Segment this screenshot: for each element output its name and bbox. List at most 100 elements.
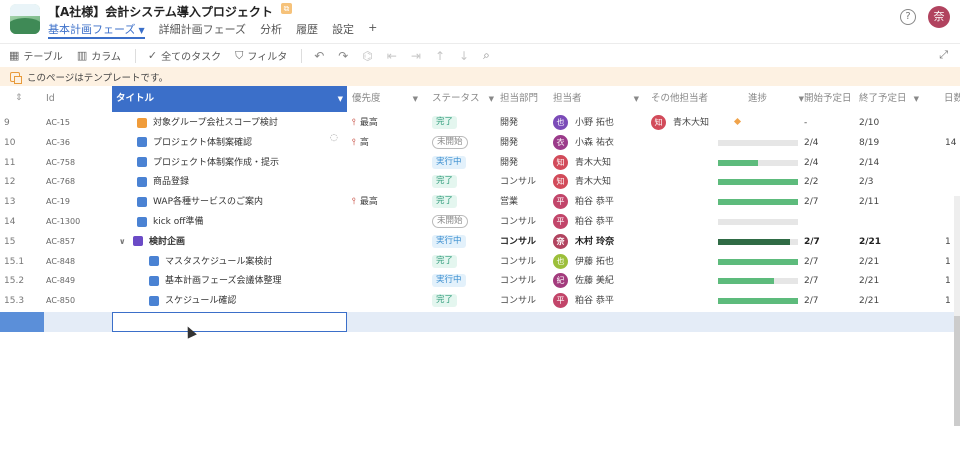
status[interactable]: 完了	[432, 192, 494, 212]
end-date[interactable]: 2/11	[859, 192, 909, 212]
task-title[interactable]: 対象グループ会社スコープ検討	[113, 113, 345, 133]
comment-icon[interactable]: ◌	[330, 133, 338, 143]
table-row[interactable]: 11 AC-758 プロジェクト体制案作成・提示 実行中 開発知青木大知 2/4 2/14	[0, 153, 960, 173]
priority[interactable]	[352, 291, 412, 311]
outdent-icon[interactable]: ⇤	[387, 49, 397, 63]
scrollbar-thumb[interactable]	[954, 316, 960, 426]
end-date[interactable]: 2/14	[859, 153, 909, 173]
task-title[interactable]: ∨ 検討企画	[113, 232, 345, 252]
task-id[interactable]: AC-849	[46, 271, 110, 291]
move-up-icon[interactable]: ↑	[435, 49, 445, 63]
col-progress[interactable]: 進捗 ▼	[748, 86, 804, 112]
end-date[interactable]: 2/21	[859, 232, 909, 252]
progress[interactable]	[718, 291, 800, 311]
status[interactable]: 完了	[432, 291, 494, 311]
other-assignees[interactable]	[651, 291, 713, 311]
new-row[interactable]	[0, 312, 960, 332]
assignee[interactable]: 紀佐藤 美紀	[553, 271, 643, 291]
chevron-down-icon[interactable]: ∨	[119, 232, 131, 252]
task-title[interactable]: 商品登録	[113, 172, 345, 192]
sort-icon[interactable]: ⇕	[15, 94, 23, 103]
priority[interactable]	[352, 271, 412, 291]
assignee[interactable]: 平粕谷 恭平	[553, 212, 643, 232]
department[interactable]: コンサル	[500, 172, 550, 192]
start-date[interactable]: 2/7	[804, 232, 854, 252]
start-date[interactable]: 2/7	[804, 291, 854, 311]
progress[interactable]	[718, 232, 800, 252]
table-row[interactable]: 9 AC-15 対象グループ会社スコープ検討 ⫯ 最高 完了 開発也小野 拓也知青木大知 -2…	[0, 113, 960, 133]
start-date[interactable]: 2/7	[804, 271, 854, 291]
expand-icon[interactable]: ⤢	[939, 48, 948, 62]
task-id[interactable]: AC-850	[46, 291, 110, 311]
end-date[interactable]: 2/10	[859, 113, 909, 133]
department[interactable]: コンサル	[500, 291, 550, 311]
task-id[interactable]: AC-15	[46, 113, 110, 133]
col-others[interactable]: その他担当者	[651, 86, 717, 112]
status[interactable]: 完了	[432, 113, 494, 133]
other-assignees[interactable]	[651, 153, 713, 173]
other-assignees[interactable]	[651, 271, 713, 291]
department[interactable]: コンサル	[500, 271, 550, 291]
col-status[interactable]: ステータス ▼	[432, 86, 498, 112]
status[interactable]: 実行中	[432, 153, 494, 173]
status[interactable]: 完了	[432, 172, 494, 192]
table-row[interactable]: 15.1 AC-848 マスタスケジュール案検討 完了 コンサル也伊藤 拓也 2/7 2/2…	[0, 252, 960, 272]
task-title[interactable]: マスタスケジュール案検討	[113, 252, 345, 272]
move-down-icon[interactable]: ↓	[459, 49, 469, 63]
table-row[interactable]: 15.3 AC-850 スケジュール確認 完了 コンサル平粕谷 恭平 2/7 2/21 1	[0, 291, 960, 311]
start-date[interactable]: 2/4	[804, 133, 854, 153]
task-title[interactable]: WAP各種サービスのご案内	[113, 192, 345, 212]
progress[interactable]	[718, 113, 800, 133]
assignee[interactable]: 奈木村 玲奈	[553, 232, 643, 252]
assignee[interactable]: 知青木大知	[553, 153, 643, 173]
task-id[interactable]: AC-36	[46, 133, 110, 153]
start-date[interactable]: 2/7	[804, 252, 854, 272]
status[interactable]: 実行中	[432, 271, 494, 291]
other-assignees[interactable]	[651, 252, 713, 272]
table-view-button[interactable]: ▦ テーブル	[9, 48, 63, 63]
progress[interactable]	[718, 252, 800, 272]
task-title[interactable]: kick off準備	[113, 212, 345, 232]
priority[interactable]	[352, 212, 412, 232]
col-start[interactable]: 開始予定日	[804, 86, 858, 112]
days[interactable]	[945, 153, 960, 173]
start-date[interactable]: 2/7	[804, 192, 854, 212]
other-assignees[interactable]	[651, 133, 713, 153]
end-date[interactable]: 2/21	[859, 271, 909, 291]
help-icon[interactable]: ?	[900, 9, 916, 25]
all-tasks-button[interactable]: ✓ 全てのタスク	[148, 48, 221, 63]
undo-icon[interactable]: ↶	[314, 49, 324, 63]
table-row[interactable]: 15.2 AC-849 基本計画フェーズ会議体整理 実行中 コンサル紀佐藤 美紀 2/7 2…	[0, 271, 960, 291]
col-title[interactable]: タイトル ▼	[112, 86, 347, 112]
task-title[interactable]: スケジュール確認	[113, 291, 345, 311]
chevron-down-icon[interactable]: ▼	[489, 86, 494, 112]
progress[interactable]	[718, 153, 800, 173]
department[interactable]: コンサル	[500, 212, 550, 232]
end-date[interactable]	[859, 212, 909, 232]
user-avatar[interactable]: 奈	[928, 6, 950, 28]
end-date[interactable]: 2/3	[859, 172, 909, 192]
column-button[interactable]: ▥ カラム	[77, 48, 121, 63]
new-row-number[interactable]	[0, 312, 44, 332]
other-assignees[interactable]	[651, 172, 713, 192]
table-row[interactable]: 14 AC-1300 kick off準備 未開始 コンサル平粕谷 恭平	[0, 212, 960, 232]
days[interactable]	[945, 113, 960, 133]
col-id[interactable]: Id	[46, 86, 106, 112]
tab-basic-plan[interactable]: 基本計画フェーズ ▼	[48, 21, 145, 39]
task-id[interactable]: AC-857	[46, 232, 110, 252]
days[interactable]	[945, 172, 960, 192]
start-date[interactable]: 2/4	[804, 153, 854, 173]
chevron-down-icon[interactable]: ▼	[138, 26, 144, 35]
tab-detail-plan[interactable]: 詳細計画フェーズ	[159, 21, 246, 39]
search-icon[interactable]: ⌕	[483, 48, 490, 63]
assignee[interactable]: 衣小森 祐衣	[553, 133, 643, 153]
col-dept[interactable]: 担当部門	[500, 86, 550, 112]
department[interactable]: コンサル	[500, 232, 550, 252]
progress[interactable]	[718, 172, 800, 192]
other-assignees[interactable]	[651, 232, 713, 252]
assignee[interactable]: 平粕谷 恭平	[553, 192, 643, 212]
priority[interactable]: ⫯ 最高	[352, 113, 412, 133]
progress[interactable]	[718, 192, 800, 212]
project-logo[interactable]	[10, 4, 40, 34]
status[interactable]: 完了	[432, 252, 494, 272]
